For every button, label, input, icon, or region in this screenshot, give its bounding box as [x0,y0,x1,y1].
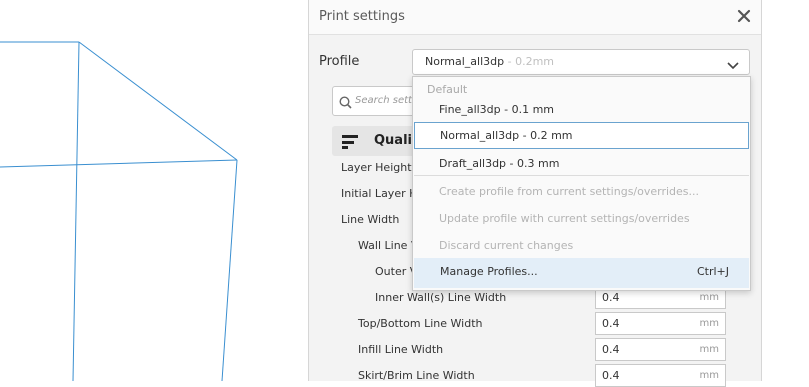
profile-option-label: Normal_all3dp - 0.2 mm [440,129,573,142]
menu-item-create-profile[interactable]: Create profile from current settings/ove… [439,185,699,198]
dropdown-section-label: Default [427,83,468,96]
setting-value: 0.4 [602,369,620,382]
setting-unit: mm [699,370,719,381]
search-input[interactable]: Search setti [332,86,424,116]
setting-label: Top/Bottom Line Width [358,317,483,330]
setting-label: Infill Line Width [358,343,444,356]
quality-lines-icon [342,134,358,153]
close-icon[interactable] [735,7,753,25]
profile-label: Profile [319,54,360,69]
setting-value: 0.4 [602,317,620,330]
wireframe-edge [72,41,80,381]
setting-label: Layer Height [341,161,412,174]
setting-unit: mm [699,344,719,355]
setting-label: Wall Line V [358,239,419,252]
profile-select[interactable]: Normal_all3dp - 0.2mm [412,49,750,75]
setting-unit: mm [699,318,719,329]
search-icon [339,94,352,113]
wireframe-edge [221,159,238,381]
menu-item-shortcut: Ctrl+J [696,265,729,278]
setting-label: Inner Wall(s) Line Width [375,291,507,304]
profile-value: Normal_all3dp - 0.2mm [425,55,555,68]
setting-label: Skirt/Brim Line Width [358,369,475,382]
panel-title: Print settings [319,9,405,24]
menu-item-update-profile[interactable]: Update profile with current settings/ove… [439,212,690,225]
setting-value: 0.4 [602,291,620,304]
menu-item-discard-changes[interactable]: Discard current changes [439,239,573,252]
profile-option-fine[interactable]: Fine_all3dp - 0.1 mm [439,103,554,116]
profile-option-normal[interactable]: Normal_all3dp - 0.2 mm [414,122,749,149]
menu-item-manage-profiles[interactable]: Manage Profiles... Ctrl+J [414,258,749,288]
setting-label: Initial Layer H [341,187,418,200]
setting-label: Outer V [375,265,418,278]
search-placeholder: Search setti [355,95,415,106]
setting-value: 0.4 [602,343,620,356]
menu-divider [414,175,749,176]
setting-unit: mm [699,292,719,303]
profile-option-draft[interactable]: Draft_all3dp - 0.3 mm [439,157,559,170]
profile-dropdown-menu: Default Fine_all3dp - 0.1 mm Normal_all3… [412,76,751,291]
profile-value-sub: - 0.2mm [504,55,555,68]
setting-value-field[interactable]: 0.4 mm [595,338,726,361]
chevron-down-icon [727,56,739,75]
setting-value-field[interactable]: 0.4 mm [595,364,726,387]
wireframe-edge [0,159,238,168]
setting-label: Line Width [341,213,400,226]
menu-item-label: Manage Profiles... [440,265,538,278]
panel-header: Print settings [309,0,761,35]
wireframe-edge [78,41,238,161]
setting-value-field[interactable]: 0.4 mm [595,312,726,335]
